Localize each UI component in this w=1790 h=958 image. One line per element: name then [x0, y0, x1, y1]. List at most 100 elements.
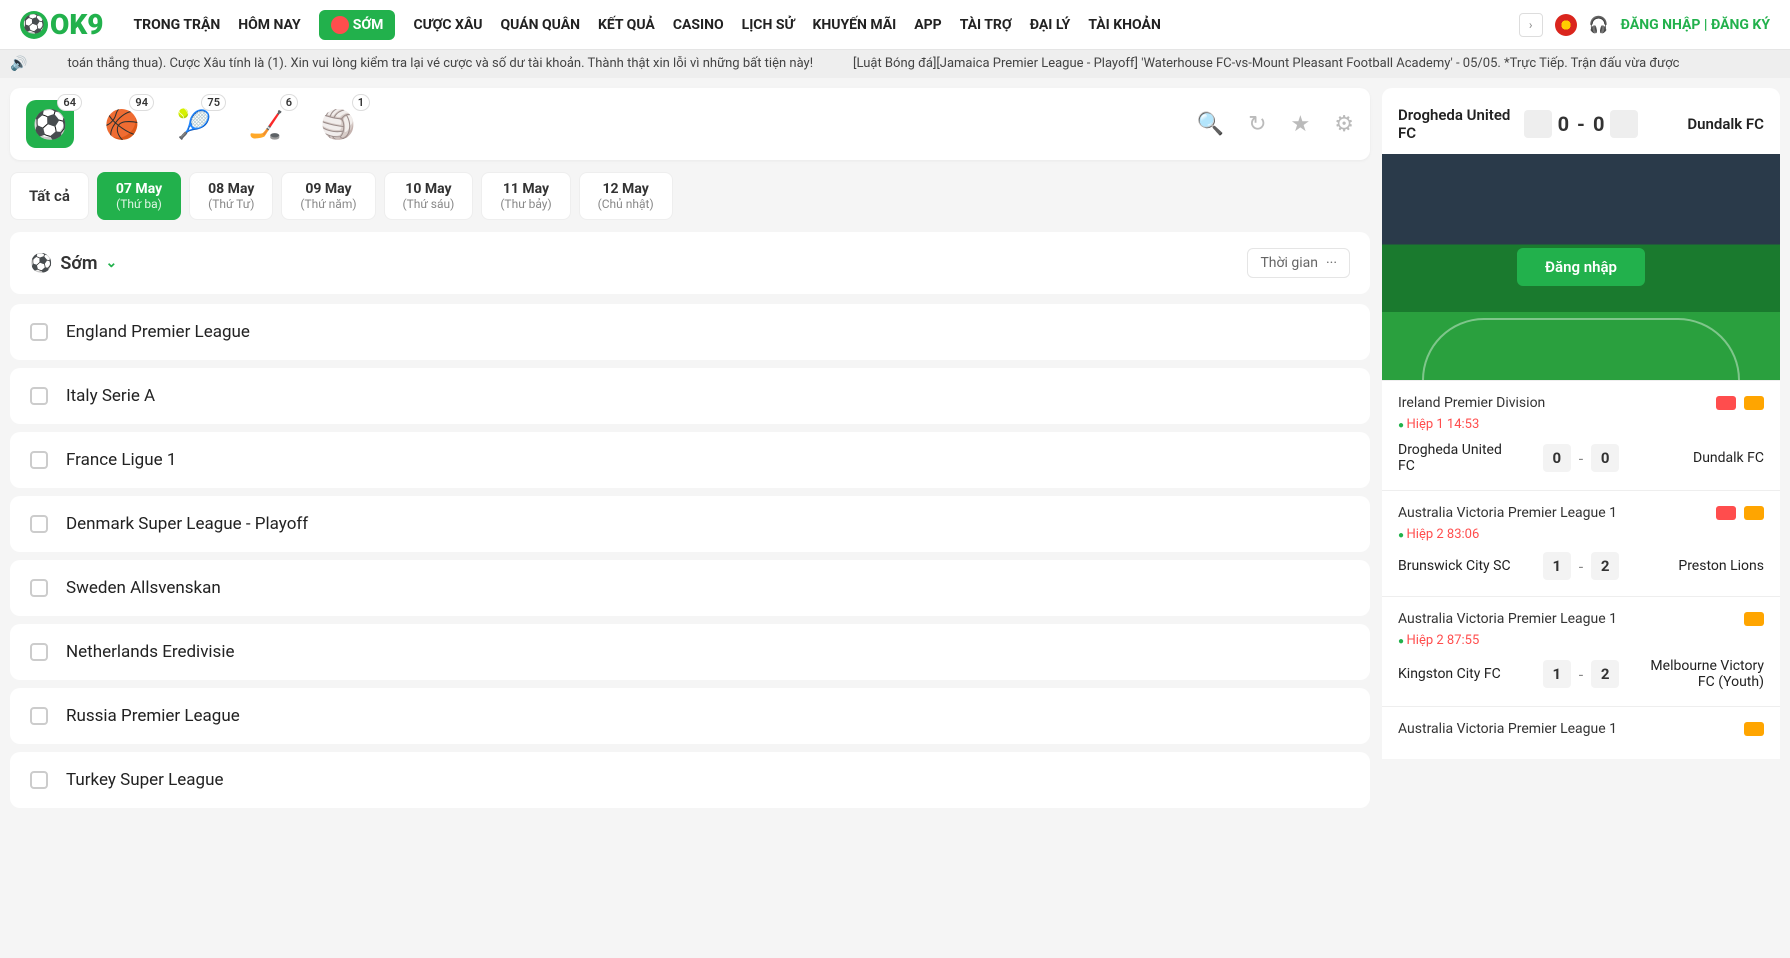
- nav-item-khuyến-mãi[interactable]: KHUYẾN MÃI: [812, 17, 896, 33]
- sport-filter[interactable]: 🏐1: [314, 100, 362, 148]
- live-match-card[interactable]: Ireland Premier DivisionHiệp 1 14:53Drog…: [1382, 380, 1780, 490]
- section-header: ⚽ Sớm ⌄ Thời gian ···: [10, 232, 1370, 294]
- league-name: Denmark Super League - Playoff: [66, 514, 308, 534]
- checkbox[interactable]: [30, 707, 48, 725]
- support-icon[interactable]: 🎧: [1589, 15, 1609, 34]
- ticker-msg-2: [Luật Bóng đá][Jamaica Premier League - …: [853, 56, 1679, 72]
- home-team: Drogheda United FC: [1398, 442, 1513, 474]
- gear-icon[interactable]: ⚙: [1334, 112, 1354, 137]
- soccer-icon: ⚽: [30, 253, 52, 274]
- league-row[interactable]: Sweden Allsvenskan: [10, 560, 1370, 616]
- checkbox[interactable]: [30, 451, 48, 469]
- sort-dropdown[interactable]: Thời gian ···: [1247, 248, 1350, 278]
- league-name: Turkey Super League: [66, 770, 223, 790]
- top-navbar: ⚽ OK9 TRONG TRẬN HÔM NAY SỚM CƯỢC XÂU QUÁN Q…: [0, 0, 1790, 50]
- checkbox[interactable]: [30, 771, 48, 789]
- refresh-icon[interactable]: ↻: [1248, 112, 1266, 137]
- search-icon[interactable]: 🔍: [1197, 112, 1224, 137]
- home-team: Kingston City FC: [1398, 666, 1513, 682]
- main-nav: TRONG TRẬN HÔM NAY SỚM CƯỢC XÂU QUÁN QUÂN KẾT…: [133, 10, 1508, 40]
- pitch-icon: [1744, 506, 1764, 520]
- date-tab-all[interactable]: Tất cả: [10, 172, 89, 220]
- star-icon[interactable]: ★: [1291, 112, 1311, 137]
- league-row[interactable]: Turkey Super League: [10, 752, 1370, 808]
- nav-item-hôm-nay[interactable]: HÔM NAY: [238, 17, 300, 33]
- nav-item-app[interactable]: APP: [914, 17, 941, 33]
- news-ticker: 🔊 toán thắng thua). Cược Xâu tính là (1)…: [0, 50, 1790, 78]
- chevron-down-icon[interactable]: ⌄: [105, 255, 117, 271]
- date-tab[interactable]: 10 May(Thứ sáu): [384, 172, 474, 220]
- login-link[interactable]: ĐĂNG NHẬP: [1621, 17, 1701, 33]
- league-name: Sweden Allsvenskan: [66, 578, 221, 598]
- league-row[interactable]: Denmark Super League - Playoff: [10, 496, 1370, 552]
- live-league-name: Australia Victoria Premier League 1: [1398, 505, 1617, 521]
- nav-item-quán-quân[interactable]: QUÁN QUÂN: [500, 17, 580, 33]
- live-match-card[interactable]: Australia Victoria Premier League 1: [1382, 706, 1780, 759]
- nav-scroll-right[interactable]: ›: [1519, 13, 1543, 37]
- date-tab[interactable]: 08 May(Thứ Tư): [189, 172, 273, 220]
- nav-item-casino[interactable]: CASINO: [673, 17, 724, 33]
- flag-icon[interactable]: [1555, 14, 1577, 36]
- home-crest-icon: [1524, 110, 1552, 138]
- score-away: 2: [1591, 660, 1619, 688]
- live-league-name: Ireland Premier Division: [1398, 395, 1545, 411]
- league-row[interactable]: England Premier League: [10, 304, 1370, 360]
- logo[interactable]: ⚽ OK9: [20, 8, 103, 41]
- score-home: 1: [1543, 552, 1571, 580]
- nav-item-tài-trợ[interactable]: TÀI TRỢ: [960, 17, 1012, 33]
- live-match-card[interactable]: Australia Victoria Premier League 1Hiệp …: [1382, 596, 1780, 706]
- checkbox[interactable]: [30, 515, 48, 533]
- nav-right: › 🎧 ĐĂNG NHẬP | ĐĂNG KÝ: [1519, 13, 1770, 37]
- sport-count: 64: [57, 94, 82, 111]
- sport-filter[interactable]: 🏀94: [98, 100, 146, 148]
- checkbox[interactable]: [30, 323, 48, 341]
- featured-away-team: Dundalk FC: [1644, 115, 1764, 133]
- date-tabs: Tất cả 07 May(Thứ ba)08 May(Thứ Tư)09 Ma…: [10, 172, 1370, 220]
- checkbox[interactable]: [30, 387, 48, 405]
- league-row[interactable]: France Ligue 1: [10, 432, 1370, 488]
- date-tab[interactable]: 07 May(Thứ ba): [97, 172, 181, 220]
- sport-count: 94: [129, 94, 154, 111]
- sport-count: 1: [352, 94, 370, 111]
- login-button[interactable]: Đăng nhập: [1517, 248, 1645, 286]
- tv-icon: [1716, 506, 1736, 520]
- league-row[interactable]: Netherlands Eredivisie: [10, 624, 1370, 680]
- pitch-icon: [1744, 396, 1764, 410]
- match-status: Hiệp 2 87:55: [1398, 633, 1764, 648]
- sport-filter[interactable]: 🏒6: [242, 100, 290, 148]
- featured-score-home: 0: [1558, 112, 1569, 136]
- nav-item-sớm[interactable]: SỚM: [319, 10, 396, 40]
- sports-actions: 🔍 ↻ ★ ⚙: [1197, 112, 1354, 137]
- league-name: England Premier League: [66, 322, 250, 342]
- date-tab[interactable]: 11 May(Thư bảy): [481, 172, 570, 220]
- live-match-card[interactable]: Australia Victoria Premier League 1Hiệp …: [1382, 490, 1780, 596]
- league-name: Italy Serie A: [66, 386, 155, 406]
- score-away: 2: [1591, 552, 1619, 580]
- nav-item-tài-khoản[interactable]: TÀI KHOẢN: [1088, 17, 1161, 33]
- alarm-icon: [331, 16, 349, 34]
- league-name: Russia Premier League: [66, 706, 240, 726]
- league-row[interactable]: Russia Premier League: [10, 688, 1370, 744]
- logo-text: OK9: [50, 8, 103, 41]
- nav-item-kết-quả[interactable]: KẾT QUẢ: [598, 17, 655, 33]
- date-tab[interactable]: 09 May(Thứ năm): [281, 172, 375, 220]
- sport-filter[interactable]: ⚽64: [26, 100, 74, 148]
- date-tab[interactable]: 12 May(Chủ nhật): [579, 172, 673, 220]
- nav-item-đại-lý[interactable]: ĐẠI LÝ: [1030, 17, 1071, 33]
- ticker-msg-1: toán thắng thua). Cược Xâu tính là (1). …: [67, 56, 813, 72]
- register-link[interactable]: ĐĂNG KÝ: [1711, 17, 1770, 33]
- nav-item-lịch-sử[interactable]: LỊCH SỬ: [742, 17, 795, 33]
- auth-links[interactable]: ĐĂNG NHẬP | ĐĂNG KÝ: [1621, 17, 1770, 33]
- score-home: 0: [1543, 444, 1571, 472]
- sports-filter-bar: ⚽64 🏀94 🎾75 🏒6 🏐1 🔍 ↻ ★ ⚙: [10, 88, 1370, 160]
- featured-match-header: Drogheda United FC 0 - 0 Dundalk FC: [1382, 88, 1780, 154]
- sport-filter[interactable]: 🎾75: [170, 100, 218, 148]
- league-row[interactable]: Italy Serie A: [10, 368, 1370, 424]
- checkbox[interactable]: [30, 643, 48, 661]
- nav-item-trong-trận[interactable]: TRONG TRẬN: [133, 17, 220, 33]
- checkbox[interactable]: [30, 579, 48, 597]
- away-team: Dundalk FC: [1649, 450, 1764, 466]
- nav-item-cược-xâu[interactable]: CƯỢC XÂU: [413, 17, 482, 33]
- away-team: Melbourne Victory FC (Youth): [1649, 658, 1764, 690]
- sport-count: 75: [201, 94, 226, 111]
